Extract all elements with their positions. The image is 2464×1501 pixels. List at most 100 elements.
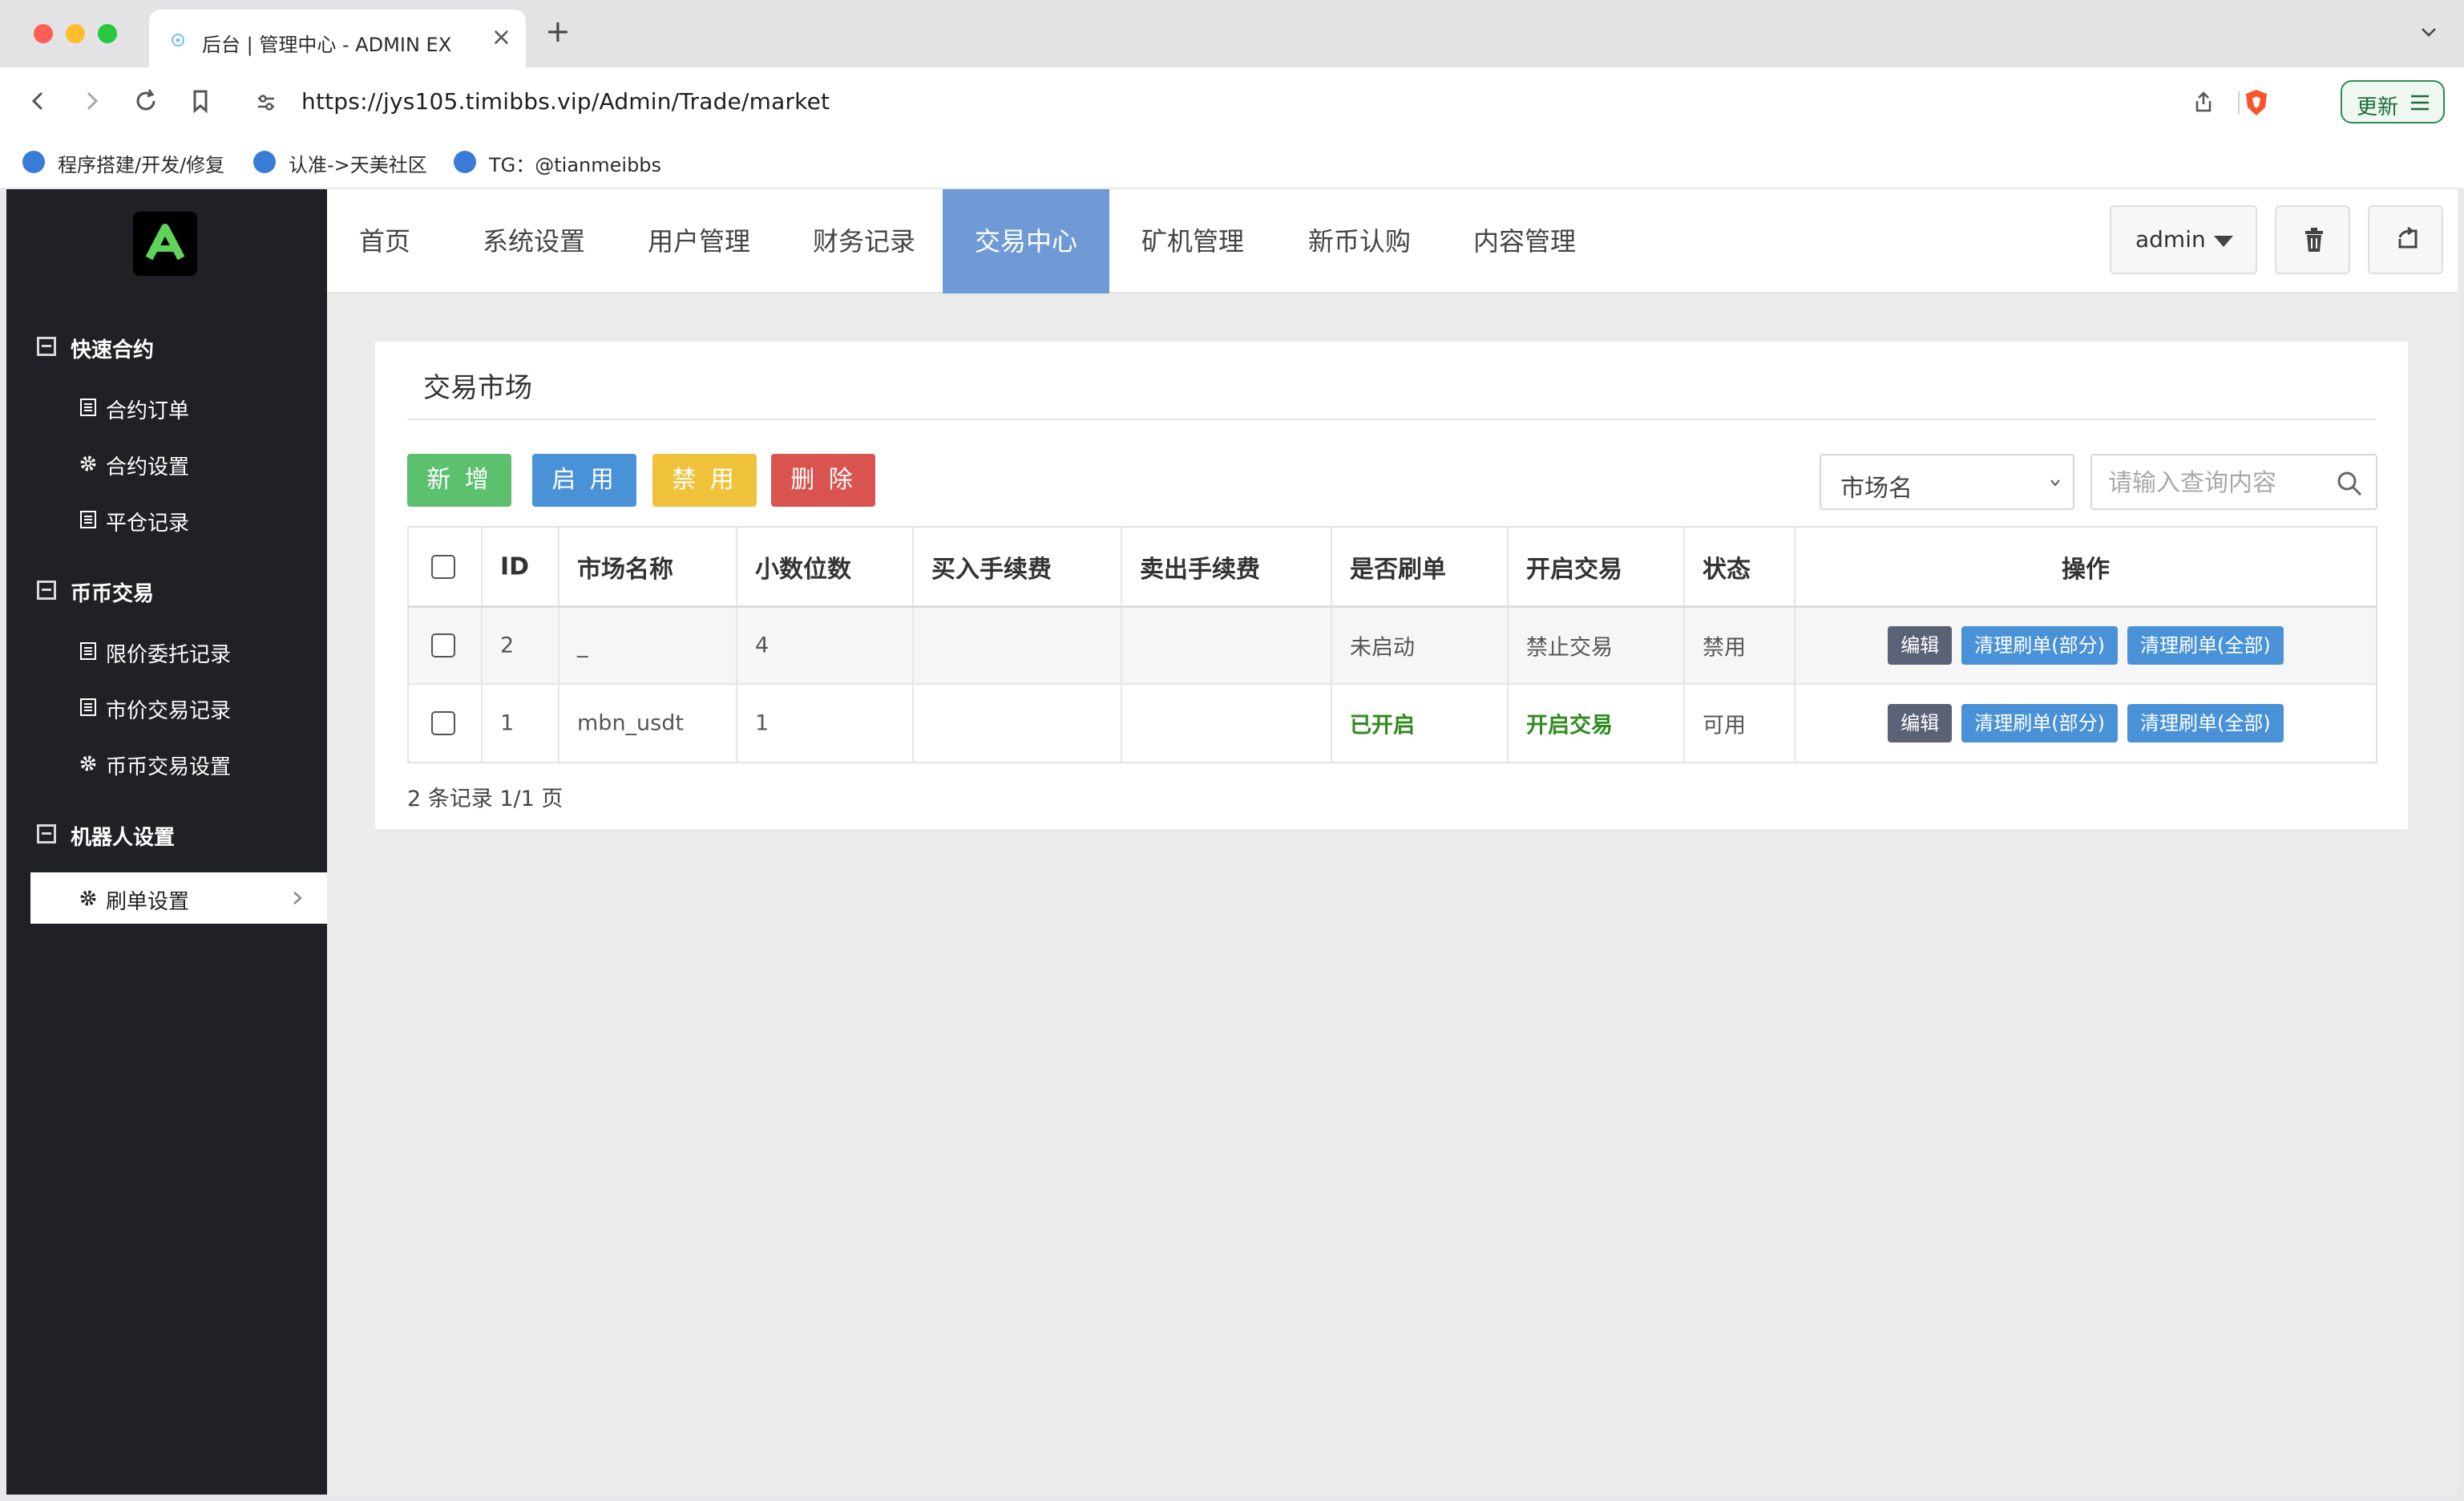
collapse-icon bbox=[37, 824, 56, 844]
select-all-checkbox[interactable] bbox=[431, 554, 455, 579]
sidebar-section-robot[interactable]: 机器人设置 bbox=[30, 811, 327, 856]
sidebar-item-contract-orders[interactable]: 合约订单 bbox=[30, 382, 327, 433]
cell-actions: 编辑 清理刷单(部分) 清理刷单(全部) bbox=[1795, 608, 2376, 683]
search-icon[interactable] bbox=[2336, 470, 2363, 497]
address-bar[interactable]: https://jys105.timibbs.vip/Admin/Trade/m… bbox=[237, 75, 2328, 128]
sidebar-section-label: 币币交易 bbox=[71, 582, 155, 606]
nav-item-system-settings[interactable]: 系统设置 bbox=[450, 189, 617, 293]
table-header-row: ID 市场名称 小数位数 买入手续费 卖出手续费 是否刷单 开启交易 状态 操作 bbox=[409, 528, 2376, 608]
disable-button[interactable]: 禁 用 bbox=[652, 454, 757, 507]
add-button[interactable]: 新 增 bbox=[407, 454, 511, 507]
cell-trading: 禁止交易 bbox=[1509, 608, 1685, 683]
header-cell-select bbox=[409, 528, 483, 605]
cell-market-name: mbn_usdt bbox=[559, 685, 737, 762]
cell-select bbox=[409, 608, 483, 683]
window-zoom-button[interactable] bbox=[98, 24, 117, 43]
gear-icon bbox=[80, 890, 96, 906]
cell-actions: 编辑 清理刷单(部分) 清理刷单(全部) bbox=[1795, 685, 2376, 762]
nav-item-trade-center[interactable]: 交易中心 bbox=[943, 189, 1110, 293]
tab-favicon-icon bbox=[172, 34, 184, 47]
sidebar-section-label: 快速合约 bbox=[71, 338, 155, 362]
sidebar-item-close-records[interactable]: 平仓记录 bbox=[30, 494, 327, 545]
window-close-button[interactable] bbox=[34, 24, 53, 43]
cell-trading: 开启交易 bbox=[1509, 685, 1685, 762]
page-viewport: 快速合约 合约订单 合约设置 平仓记录 币币交易 限价委托记录 市价交易记录 币… bbox=[6, 189, 2458, 1495]
bookmark-icon[interactable] bbox=[184, 85, 216, 117]
window-minimize-button[interactable] bbox=[66, 24, 85, 43]
update-label: 更新 bbox=[2357, 95, 2399, 119]
filter-field-select[interactable]: 市场名 bbox=[1820, 454, 2074, 510]
header-decimals: 小数位数 bbox=[755, 555, 851, 584]
search-input[interactable] bbox=[2108, 463, 2333, 502]
sidebar: 快速合约 合约订单 合约设置 平仓记录 币币交易 限价委托记录 市价交易记录 币… bbox=[6, 189, 327, 1495]
cell-sell-fee bbox=[1122, 608, 1332, 683]
row-checkbox[interactable] bbox=[431, 711, 455, 735]
table-row: 1 mbn_usdt 1 已开启 开启交易 可用 编辑 清理刷单(部分) 清理刷单(… bbox=[409, 685, 2376, 762]
title-divider bbox=[407, 419, 2376, 420]
site-settings-icon[interactable] bbox=[255, 91, 277, 114]
sidebar-item-label: 市价交易记录 bbox=[106, 699, 232, 723]
sidebar-item-brush-settings[interactable]: 刷单设置 bbox=[30, 872, 327, 924]
tab-close-icon[interactable]: × bbox=[491, 26, 511, 50]
cell-buy-fee bbox=[914, 608, 1122, 683]
cell-text: 未启动 bbox=[1350, 635, 1415, 661]
cell-text: 可用 bbox=[1703, 713, 1746, 738]
enable-button[interactable]: 启 用 bbox=[532, 454, 636, 507]
chevron-right-icon bbox=[293, 892, 302, 904]
header-brush: 是否刷单 bbox=[1350, 555, 1446, 584]
edit-button[interactable]: 编辑 bbox=[1888, 626, 1953, 665]
market-table: ID 市场名称 小数位数 买入手续费 卖出手续费 是否刷单 开启交易 状态 操作… bbox=[407, 526, 2377, 763]
header-id: ID bbox=[500, 552, 530, 581]
trash-icon bbox=[2305, 228, 2323, 252]
cell-status: 禁用 bbox=[1685, 608, 1795, 683]
nav-item-new-coin-subscription[interactable]: 新币认购 bbox=[1276, 189, 1443, 293]
sidebar-item-limit-orders[interactable]: 限价委托记录 bbox=[30, 625, 327, 677]
clean-part-button[interactable]: 清理刷单(部分) bbox=[1961, 626, 2118, 665]
sidebar-item-contract-settings[interactable]: 合约设置 bbox=[30, 438, 327, 489]
list-icon bbox=[80, 399, 96, 416]
browser-tab-active[interactable]: 后台 | 管理中心 - ADMIN EX × bbox=[149, 10, 526, 67]
user-name: admin bbox=[2135, 226, 2206, 253]
nav-item-miner-management[interactable]: 矿机管理 bbox=[1109, 189, 1276, 293]
share-icon[interactable] bbox=[2191, 90, 2216, 114]
logout-button[interactable] bbox=[2368, 205, 2443, 274]
edit-button[interactable]: 编辑 bbox=[1888, 704, 1953, 742]
top-navbar: 首页 系统设置 用户管理 财务记录 交易中心 矿机管理 新币认购 内容管理 ad… bbox=[327, 189, 2458, 293]
nav-item-content-management[interactable]: 内容管理 bbox=[1441, 189, 1608, 293]
table-row: 2 _ 4 未启动 禁止交易 禁用 编辑 清理刷单(部分) 清理刷单(全部) bbox=[409, 608, 2376, 685]
cell-text: _ bbox=[577, 633, 588, 658]
reload-icon[interactable] bbox=[130, 85, 162, 117]
clear-cache-button[interactable] bbox=[2275, 205, 2350, 274]
browser-toolbar: https://jys105.timibbs.vip/Admin/Trade/m… bbox=[0, 67, 2464, 136]
header-buy-fee: 买入手续费 bbox=[931, 555, 1052, 584]
sidebar-item-spot-settings[interactable]: 币币交易设置 bbox=[30, 738, 327, 789]
forward-arrow-icon[interactable] bbox=[75, 85, 107, 117]
back-arrow-icon[interactable] bbox=[22, 85, 55, 117]
sidebar-item-label: 币币交易设置 bbox=[106, 755, 232, 779]
collapse-icon bbox=[37, 337, 56, 356]
clean-all-button[interactable]: 清理刷单(全部) bbox=[2127, 704, 2284, 742]
delete-button[interactable]: 删 除 bbox=[771, 454, 875, 507]
url-text[interactable]: https://jys105.timibbs.vip/Admin/Trade/m… bbox=[301, 88, 830, 115]
sidebar-item-market-trades[interactable]: 市价交易记录 bbox=[30, 682, 327, 733]
nav-item-finance-records[interactable]: 财务记录 bbox=[781, 189, 947, 293]
brave-shield-icon[interactable] bbox=[2243, 88, 2270, 117]
clean-part-button[interactable]: 清理刷单(部分) bbox=[1961, 704, 2118, 742]
share-out-icon bbox=[2398, 226, 2418, 249]
row-checkbox[interactable] bbox=[431, 633, 455, 657]
cell-brush: 已开启 bbox=[1332, 685, 1509, 762]
sidebar-item-label: 合约订单 bbox=[106, 399, 190, 423]
tab-list-chevron-icon[interactable] bbox=[2418, 21, 2440, 43]
nav-item-user-management[interactable]: 用户管理 bbox=[616, 189, 782, 293]
sidebar-section-contract[interactable]: 快速合约 bbox=[30, 324, 327, 369]
new-tab-icon[interactable]: + bbox=[545, 16, 571, 47]
clean-all-button[interactable]: 清理刷单(全部) bbox=[2127, 626, 2284, 665]
user-menu-button[interactable]: admin bbox=[2110, 205, 2257, 274]
sidebar-item-label: 刷单设置 bbox=[106, 890, 190, 914]
sidebar-section-spot[interactable]: 币币交易 bbox=[30, 568, 327, 613]
nav-item-home[interactable]: 首页 bbox=[327, 189, 442, 293]
bookmark-label: TG：@tianmeibbs bbox=[489, 154, 662, 176]
cell-id: 1 bbox=[483, 685, 559, 762]
update-button[interactable]: 更新 bbox=[2341, 80, 2445, 123]
app-logo-icon[interactable] bbox=[133, 212, 197, 276]
